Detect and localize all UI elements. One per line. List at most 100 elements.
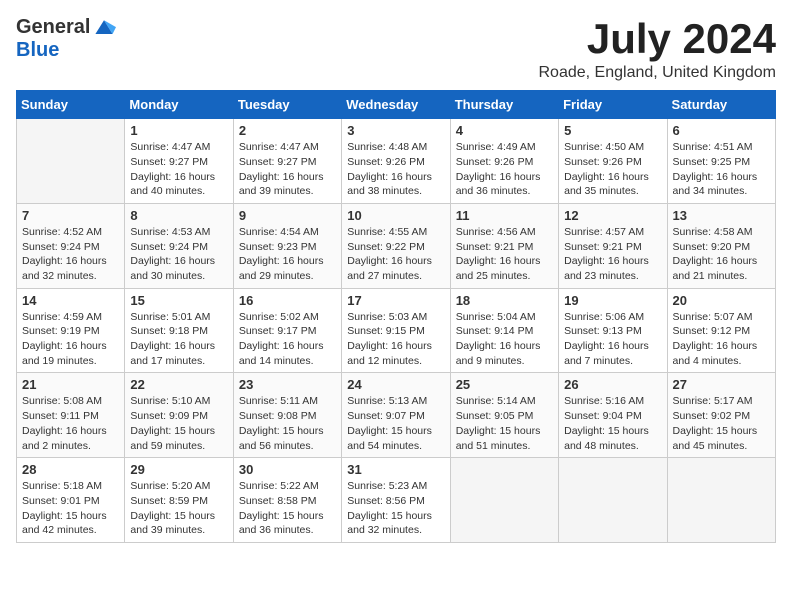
day-number: 7 [22, 208, 119, 223]
calendar-day-cell: 5 Sunrise: 4:50 AMSunset: 9:26 PMDaylight… [559, 119, 667, 204]
day-number: 24 [347, 377, 444, 392]
logo-icon [92, 18, 116, 38]
day-info: Sunrise: 5:08 AMSunset: 9:11 PMDaylight:… [22, 394, 119, 453]
day-number: 14 [22, 293, 119, 308]
month-year-title: July 2024 [539, 16, 777, 62]
calendar-day-cell: 1 Sunrise: 4:47 AMSunset: 9:27 PMDaylight… [125, 119, 233, 204]
day-info: Sunrise: 5:02 AMSunset: 9:17 PMDaylight:… [239, 310, 336, 369]
day-number: 21 [22, 377, 119, 392]
calendar-day-cell: 18 Sunrise: 5:04 AMSunset: 9:14 PMDayligh… [450, 288, 558, 373]
calendar-day-header: Saturday [667, 91, 775, 119]
day-info: Sunrise: 5:07 AMSunset: 9:12 PMDaylight:… [673, 310, 770, 369]
title-section: July 2024 Roade, England, United Kingdom [539, 16, 777, 82]
day-info: Sunrise: 5:23 AMSunset: 8:56 PMDaylight:… [347, 479, 444, 538]
calendar-day-header: Friday [559, 91, 667, 119]
day-number: 1 [130, 123, 227, 138]
calendar-day-cell: 4 Sunrise: 4:49 AMSunset: 9:26 PMDaylight… [450, 119, 558, 204]
day-info: Sunrise: 4:51 AMSunset: 9:25 PMDaylight:… [673, 140, 770, 199]
calendar-day-cell: 31 Sunrise: 5:23 AMSunset: 8:56 PMDayligh… [342, 458, 450, 543]
day-number: 29 [130, 462, 227, 477]
calendar-day-cell: 6Sunrise: 4:51 AMSunset: 9:25 PMDaylight… [667, 119, 775, 204]
calendar-day-cell: 7 Sunrise: 4:52 AMSunset: 9:24 PMDaylight… [17, 203, 125, 288]
calendar-day-cell: 19 Sunrise: 5:06 AMSunset: 9:13 PMDayligh… [559, 288, 667, 373]
day-info: Sunrise: 4:55 AMSunset: 9:22 PMDaylight:… [347, 225, 444, 284]
day-number: 18 [456, 293, 553, 308]
calendar-day-header: Monday [125, 91, 233, 119]
day-info: Sunrise: 5:04 AMSunset: 9:14 PMDaylight:… [456, 310, 553, 369]
location-text: Roade, England, United Kingdom [539, 64, 777, 82]
page-header: General Blue July 2024 Roade, England, U… [16, 16, 776, 82]
calendar-day-cell: 9 Sunrise: 4:54 AMSunset: 9:23 PMDaylight… [233, 203, 341, 288]
day-info: Sunrise: 4:54 AMSunset: 9:23 PMDaylight:… [239, 225, 336, 284]
day-number: 8 [130, 208, 227, 223]
logo-blue-text: Blue [16, 39, 59, 62]
calendar-day-cell: 10 Sunrise: 4:55 AMSunset: 9:22 PMDayligh… [342, 203, 450, 288]
day-info: Sunrise: 4:59 AMSunset: 9:19 PMDaylight:… [22, 310, 119, 369]
day-info: Sunrise: 4:47 AMSunset: 9:27 PMDaylight:… [239, 140, 336, 199]
calendar-day-cell: 21 Sunrise: 5:08 AMSunset: 9:11 PMDayligh… [17, 373, 125, 458]
calendar-day-cell: 27Sunrise: 5:17 AMSunset: 9:02 PMDayligh… [667, 373, 775, 458]
calendar-day-header: Sunday [17, 91, 125, 119]
day-number: 15 [130, 293, 227, 308]
day-info: Sunrise: 5:18 AMSunset: 9:01 PMDaylight:… [22, 479, 119, 538]
day-info: Sunrise: 4:53 AMSunset: 9:24 PMDaylight:… [130, 225, 227, 284]
calendar-week-row: 21 Sunrise: 5:08 AMSunset: 9:11 PMDayligh… [17, 373, 776, 458]
day-number: 31 [347, 462, 444, 477]
day-number: 9 [239, 208, 336, 223]
calendar-table: SundayMondayTuesdayWednesdayThursdayFrid… [16, 90, 776, 543]
calendar-day-cell: 15 Sunrise: 5:01 AMSunset: 9:18 PMDayligh… [125, 288, 233, 373]
calendar-day-cell [559, 458, 667, 543]
day-number: 25 [456, 377, 553, 392]
day-number: 16 [239, 293, 336, 308]
day-info: Sunrise: 4:49 AMSunset: 9:26 PMDaylight:… [456, 140, 553, 199]
calendar-day-cell [450, 458, 558, 543]
day-info: Sunrise: 4:52 AMSunset: 9:24 PMDaylight:… [22, 225, 119, 284]
calendar-day-cell: 11Sunrise: 4:56 AMSunset: 9:21 PMDayligh… [450, 203, 558, 288]
day-number: 5 [564, 123, 661, 138]
calendar-week-row: 14 Sunrise: 4:59 AMSunset: 9:19 PMDayligh… [17, 288, 776, 373]
calendar-day-cell: 30Sunrise: 5:22 AMSunset: 8:58 PMDayligh… [233, 458, 341, 543]
day-number: 13 [673, 208, 770, 223]
calendar-day-header: Thursday [450, 91, 558, 119]
day-info: Sunrise: 5:16 AMSunset: 9:04 PMDaylight:… [564, 394, 661, 453]
day-info: Sunrise: 5:01 AMSunset: 9:18 PMDaylight:… [130, 310, 227, 369]
day-number: 23 [239, 377, 336, 392]
day-info: Sunrise: 5:03 AMSunset: 9:15 PMDaylight:… [347, 310, 444, 369]
day-info: Sunrise: 5:14 AMSunset: 9:05 PMDaylight:… [456, 394, 553, 453]
day-number: 3 [347, 123, 444, 138]
day-info: Sunrise: 4:57 AMSunset: 9:21 PMDaylight:… [564, 225, 661, 284]
calendar-week-row: 28Sunrise: 5:18 AMSunset: 9:01 PMDayligh… [17, 458, 776, 543]
calendar-day-cell: 3 Sunrise: 4:48 AMSunset: 9:26 PMDaylight… [342, 119, 450, 204]
calendar-day-cell [17, 119, 125, 204]
calendar-day-header: Tuesday [233, 91, 341, 119]
calendar-day-cell: 22Sunrise: 5:10 AMSunset: 9:09 PMDayligh… [125, 373, 233, 458]
calendar-day-cell: 28Sunrise: 5:18 AMSunset: 9:01 PMDayligh… [17, 458, 125, 543]
calendar-day-cell: 23 Sunrise: 5:11 AMSunset: 9:08 PMDayligh… [233, 373, 341, 458]
day-info: Sunrise: 5:11 AMSunset: 9:08 PMDaylight:… [239, 394, 336, 453]
calendar-day-cell: 12Sunrise: 4:57 AMSunset: 9:21 PMDayligh… [559, 203, 667, 288]
day-number: 4 [456, 123, 553, 138]
calendar-day-cell: 26 Sunrise: 5:16 AMSunset: 9:04 PMDayligh… [559, 373, 667, 458]
calendar-day-cell: 17 Sunrise: 5:03 AMSunset: 9:15 PMDayligh… [342, 288, 450, 373]
logo-general-text: General [16, 16, 90, 39]
day-number: 2 [239, 123, 336, 138]
day-number: 10 [347, 208, 444, 223]
day-number: 30 [239, 462, 336, 477]
calendar-day-cell: 2 Sunrise: 4:47 AMSunset: 9:27 PMDaylight… [233, 119, 341, 204]
day-info: Sunrise: 5:06 AMSunset: 9:13 PMDaylight:… [564, 310, 661, 369]
calendar-day-cell [667, 458, 775, 543]
day-number: 19 [564, 293, 661, 308]
calendar-day-cell: 29Sunrise: 5:20 AMSunset: 8:59 PMDayligh… [125, 458, 233, 543]
calendar-day-cell: 16 Sunrise: 5:02 AMSunset: 9:17 PMDayligh… [233, 288, 341, 373]
calendar-day-cell: 25 Sunrise: 5:14 AMSunset: 9:05 PMDayligh… [450, 373, 558, 458]
day-info: Sunrise: 4:47 AMSunset: 9:27 PMDaylight:… [130, 140, 227, 199]
day-info: Sunrise: 4:50 AMSunset: 9:26 PMDaylight:… [564, 140, 661, 199]
calendar-week-row: 1 Sunrise: 4:47 AMSunset: 9:27 PMDaylight… [17, 119, 776, 204]
day-info: Sunrise: 5:17 AMSunset: 9:02 PMDaylight:… [673, 394, 770, 453]
day-number: 17 [347, 293, 444, 308]
day-info: Sunrise: 4:48 AMSunset: 9:26 PMDaylight:… [347, 140, 444, 199]
calendar-day-cell: 24Sunrise: 5:13 AMSunset: 9:07 PMDayligh… [342, 373, 450, 458]
day-number: 26 [564, 377, 661, 392]
day-info: Sunrise: 5:10 AMSunset: 9:09 PMDaylight:… [130, 394, 227, 453]
day-number: 11 [456, 208, 553, 223]
